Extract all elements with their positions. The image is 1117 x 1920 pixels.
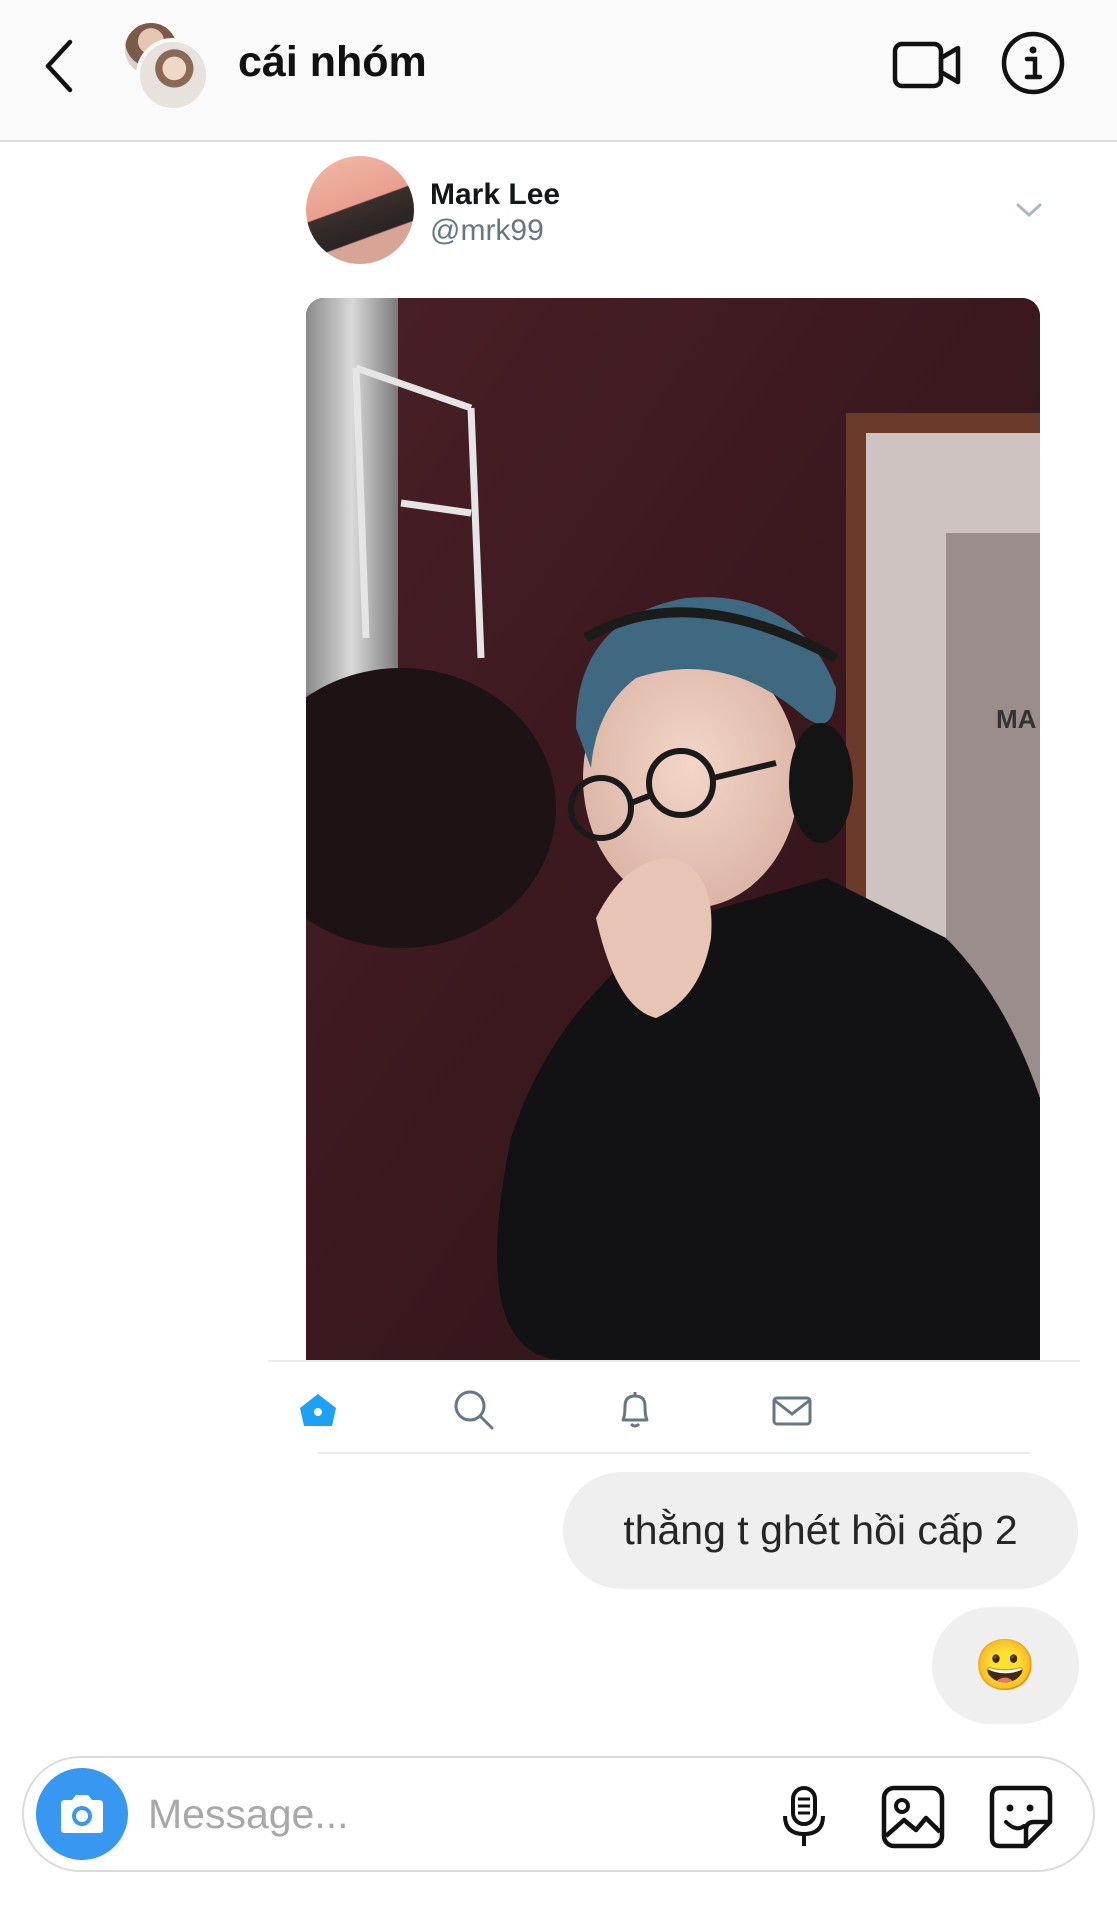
microphone-icon[interactable] [769, 1782, 839, 1852]
group-avatar[interactable] [122, 20, 212, 112]
tweet-author-avatar [306, 156, 414, 264]
tweet-nav-bar [268, 1360, 1080, 1460]
chat-title[interactable]: cái nhóm [238, 38, 427, 87]
chevron-down-icon[interactable] [1014, 200, 1044, 220]
message-composer [22, 1756, 1095, 1872]
tweet-author-name: Mark Lee [430, 178, 561, 211]
tweet-author-handle: @mrk99 [430, 214, 544, 247]
tweet-photo[interactable]: MA [306, 298, 1040, 1360]
message-input[interactable] [148, 1786, 648, 1842]
gallery-icon[interactable] [878, 1782, 948, 1852]
divider [318, 1452, 1030, 1454]
mail-icon[interactable] [768, 1386, 816, 1434]
camera-icon [61, 1795, 103, 1833]
message-bubble[interactable]: thằng t ghét hồi cấp 2 [563, 1472, 1078, 1589]
photo-door-sign: MA [996, 704, 1037, 734]
back-chevron-icon[interactable] [40, 36, 84, 96]
info-icon[interactable] [1000, 30, 1066, 96]
camera-button[interactable] [36, 1768, 128, 1860]
home-icon[interactable] [294, 1386, 342, 1434]
shared-tweet-card[interactable]: Mark Lee @mrk99 MA [268, 142, 1080, 1460]
member-avatar [136, 38, 210, 112]
search-icon[interactable] [450, 1386, 498, 1434]
video-camera-icon[interactable] [892, 36, 962, 92]
chat-header: cái nhóm [0, 0, 1117, 142]
sticker-icon[interactable] [986, 1782, 1056, 1852]
emoji-message-bubble[interactable]: 😀 [932, 1607, 1079, 1724]
bell-icon[interactable] [611, 1386, 659, 1434]
